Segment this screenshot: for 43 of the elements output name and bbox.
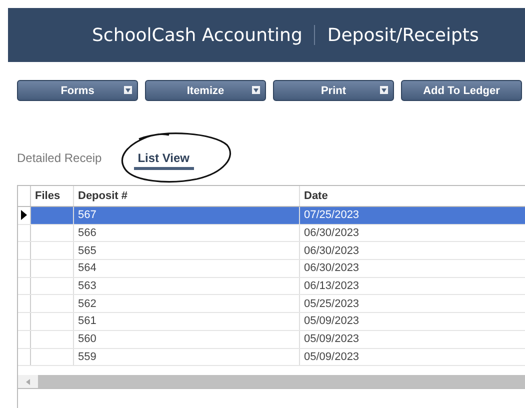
toolbar-button[interactable]: Itemize xyxy=(145,80,266,101)
view-tab[interactable]: Detailed Receip xyxy=(17,143,102,171)
table-cell: 566 xyxy=(74,224,300,242)
table-row[interactable]: 563 06/13/2023 xyxy=(18,278,525,296)
table-cell: 563 xyxy=(74,278,300,294)
table-cell-text: 05/09/2023 xyxy=(303,332,360,348)
toolbar-button[interactable]: Add To Ledger xyxy=(401,80,522,101)
table-row[interactable]: 560 05/09/2023 xyxy=(18,330,525,348)
table-row[interactable]: 561 05/09/2023 xyxy=(18,313,525,331)
column-header[interactable]: Deposit # xyxy=(74,186,300,206)
caret-icon xyxy=(252,86,260,94)
table-row[interactable]: 559 05/09/2023 xyxy=(18,348,525,366)
table-cell: 565 xyxy=(74,242,300,260)
table-cell: 559 xyxy=(74,348,300,366)
table-cell: 562 xyxy=(74,295,300,312)
table-cell: 560 xyxy=(74,330,300,348)
table-cell: 561 xyxy=(74,313,300,330)
table-cell-text: 06/30/2023 xyxy=(303,261,360,276)
table-row[interactable]: 566 06/30/2023 xyxy=(18,224,525,242)
column-header[interactable]: Files xyxy=(31,186,74,206)
scroll-left-icon[interactable] xyxy=(26,378,30,384)
table-cell-text: 06/13/2023 xyxy=(303,279,360,294)
table-cell: 564 xyxy=(74,260,300,277)
table-cell-text: 06/30/2023 xyxy=(303,244,360,259)
table-cell-text: 05/25/2023 xyxy=(303,296,360,312)
row-pointer-icon xyxy=(21,210,27,220)
view-tab[interactable]: List View xyxy=(134,143,194,170)
table-row[interactable]: 564 06/30/2023 xyxy=(18,260,525,278)
table-cell-text: 05/09/2023 xyxy=(303,314,360,330)
toolbar-button[interactable]: Print xyxy=(273,80,394,101)
caret-icon xyxy=(380,86,388,94)
table-cell-text: 07/25/2023 xyxy=(303,208,360,224)
column-header[interactable]: Date xyxy=(300,186,525,206)
table-cell: 567 xyxy=(74,207,300,224)
toolbar-button[interactable]: Forms xyxy=(17,80,138,101)
caret-icon xyxy=(124,86,132,94)
table-row[interactable]: 567 07/25/2023 xyxy=(18,207,525,225)
app-title: SchoolCash Accounting xyxy=(92,24,302,46)
table-cell-text: 06/30/2023 xyxy=(303,226,360,242)
table-row[interactable]: 562 05/25/2023 xyxy=(18,295,525,314)
table-cell-text: 05/09/2023 xyxy=(303,350,360,365)
table-row[interactable]: 565 06/30/2023 xyxy=(18,242,525,260)
page-title: Deposit/Receipts xyxy=(327,24,479,46)
